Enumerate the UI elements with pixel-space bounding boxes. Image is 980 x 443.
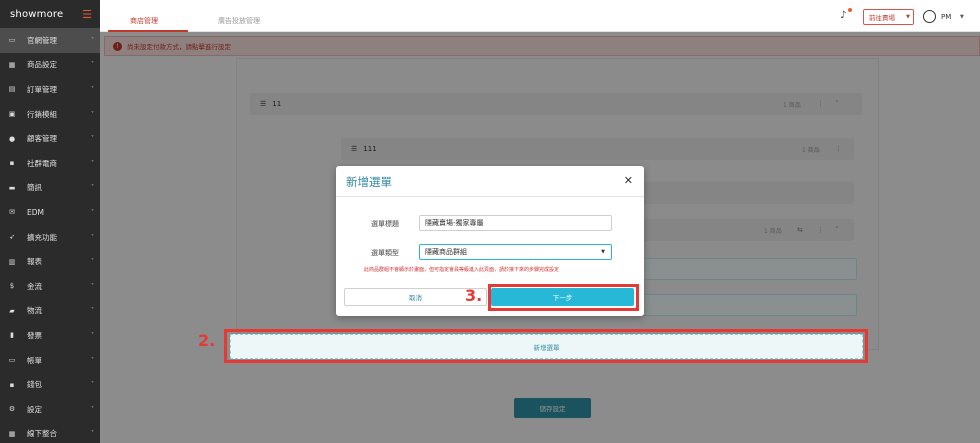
sidebar-item[interactable]: ▤ 訂單管理 ˅ <box>0 77 100 102</box>
document-icon: ▤ <box>8 85 16 94</box>
chevron-down-icon: ˅ <box>91 307 94 315</box>
sidebar-item[interactable]: ▭ 帳單 ˅ <box>0 348 100 373</box>
sidebar-item-label: 官網管理 <box>27 35 57 45</box>
sidebar-item[interactable]: ▰ 物流 ˅ <box>0 299 100 324</box>
step-number: 3. <box>465 286 483 305</box>
sidebar-item[interactable]: ● 顧客管理 ˅ <box>0 126 100 151</box>
sidebar-item-label: 顧客管理 <box>27 134 57 144</box>
brand-name: showmore <box>10 8 64 20</box>
sidebar-item-label: 線下整合 <box>27 429 57 439</box>
top-bar: 商店管理 廣告投放管理 ♪ 前往賣場 ▼ PM ▼ <box>100 0 980 32</box>
user-avatar-icon[interactable] <box>923 10 936 23</box>
sidebar-item[interactable]: ▭ 官網管理 ˅ <box>0 28 100 53</box>
sidebar-item-label: 社群電商 <box>27 158 57 168</box>
highlight-box <box>488 284 639 311</box>
add-menu-button-highlighted[interactable]: 新增選單 <box>230 334 863 359</box>
truck-icon: ▰ <box>9 306 15 315</box>
go-to-store-button[interactable]: 前往賣場 ▼ <box>863 9 914 25</box>
bell-icon[interactable]: ♪ <box>840 10 846 21</box>
chevron-down-icon[interactable]: ▼ <box>960 14 964 20</box>
hidden-group-warning: 此商品群組不會顯示於畫面，但可指定會員等級進入此頁面，請於接下來的步驟完成設定 <box>364 267 560 273</box>
chevron-down-icon: ˅ <box>91 405 94 413</box>
sidebar-item[interactable]: ▪ 錢包 ˅ <box>0 372 100 397</box>
sidebar-item-label: 帳單 <box>27 355 42 365</box>
modal-title: 新增選單 <box>346 175 392 189</box>
sidebar-item[interactable]: ✉ EDM ˅ <box>0 200 100 225</box>
gear-icon: ⚙ <box>8 405 16 414</box>
chevron-down-icon: ˅ <box>91 61 94 69</box>
user-icon: ● <box>8 134 16 143</box>
chevron-down-icon: ˅ <box>91 110 94 118</box>
card-icon: ▭ <box>8 356 16 365</box>
sidebar-item-label: 發票 <box>27 330 42 340</box>
sidebar-item[interactable]: ▪ 社群電商 ˅ <box>0 151 100 176</box>
chart-icon: ▥ <box>8 257 16 266</box>
chevron-down-icon: ˅ <box>91 356 94 364</box>
sidebar-item[interactable]: ▦ 線下整合 ˅ <box>0 422 100 443</box>
sidebar-item-label: 錢包 <box>27 380 42 390</box>
sidebar-item-label: 訂單管理 <box>27 84 57 94</box>
sidebar-item-label: 行銷模組 <box>27 109 57 119</box>
mail-icon: ✉ <box>9 208 15 217</box>
menu-type-value: 隱藏商品群組 <box>425 248 467 256</box>
sidebar-item-label: 物流 <box>27 306 42 316</box>
chevron-down-icon: ˅ <box>91 36 94 44</box>
menu-title-value: 隱藏賣場-獨家專屬 <box>425 219 484 227</box>
gift-icon: ▣ <box>8 110 16 119</box>
sidebar-item[interactable]: ⚙ 設定 ˅ <box>0 397 100 422</box>
sidebar-item-label: EDM <box>27 207 44 217</box>
sidebar-item-label: 報表 <box>27 257 42 267</box>
menu-title-label: 選單標題 <box>371 220 399 228</box>
tab-ad-management[interactable]: 廣告投放管理 <box>218 16 260 26</box>
chevron-down-icon: ▼ <box>906 14 910 20</box>
tab-store-management[interactable]: 商店管理 <box>130 16 158 26</box>
integration-icon: ▦ <box>8 429 16 438</box>
notification-dot <box>848 8 852 12</box>
rocket-icon: ➶ <box>9 233 15 242</box>
chevron-down-icon: ˅ <box>91 184 94 192</box>
chevron-down-icon: ˅ <box>91 282 94 290</box>
laptop-icon: ▭ <box>8 36 16 45</box>
sidebar-item-label: 簡訊 <box>27 183 42 193</box>
chevron-down-icon: ▼ <box>601 249 605 255</box>
chevron-down-icon: ˅ <box>91 233 94 241</box>
sidebar-item-label: 金流 <box>27 281 42 291</box>
sidebar-item[interactable]: ▣ 行銷模組 ˅ <box>0 102 100 127</box>
sidebar-item-label: 商品設定 <box>27 60 57 70</box>
chevron-down-icon: ˅ <box>91 159 94 167</box>
step-number: 2. <box>198 331 216 350</box>
briefcase-icon: ▪ <box>9 159 15 168</box>
chevron-down-icon: ˅ <box>91 208 94 216</box>
brand-logo[interactable]: showmore ☰ <box>0 0 100 28</box>
hamburger-icon[interactable]: ☰ <box>82 8 92 21</box>
sidebar-item[interactable]: ▥ 報表 ˅ <box>0 249 100 274</box>
store-icon: ▦ <box>8 60 16 69</box>
menu-type-label: 選單類型 <box>371 249 399 257</box>
chevron-down-icon: ˅ <box>91 430 94 438</box>
chevron-down-icon: ˅ <box>91 258 94 266</box>
chevron-down-icon: ˅ <box>91 381 94 389</box>
chat-icon: ▬ <box>8 183 16 192</box>
chevron-down-icon: ˅ <box>91 135 94 143</box>
user-name[interactable]: PM <box>941 13 951 21</box>
invoice-icon: ▮ <box>10 331 14 340</box>
sidebar-item-label: 設定 <box>27 404 42 414</box>
chevron-down-icon: ˅ <box>91 331 94 339</box>
sidebar-item[interactable]: ▬ 簡訊 ˅ <box>0 176 100 201</box>
wallet-icon: ▪ <box>9 380 15 389</box>
sidebar-item[interactable]: ▮ 發票 ˅ <box>0 323 100 348</box>
sidebar-item-label: 擴充功能 <box>27 232 57 242</box>
close-icon[interactable]: ✕ <box>624 174 633 187</box>
money-icon: $ <box>9 282 15 291</box>
sidebar-item[interactable]: ➶ 擴充功能 ˅ <box>0 225 100 250</box>
sidebar-item[interactable]: ▦ 商品設定 ˅ <box>0 53 100 78</box>
sidebar: showmore ☰ ▭ 官網管理 ˅ ▦ 商品設定 ˅ ▤ 訂單管理 ˅ ▣ 行銷模組 ˅ ● 顧客管理… <box>0 0 100 443</box>
go-to-store-label: 前往賣場 <box>869 14 895 22</box>
menu-title-input[interactable]: 隱藏賣場-獨家專屬 <box>419 215 612 231</box>
modal-divider <box>336 196 644 197</box>
menu-type-select[interactable]: 隱藏商品群組 ▼ <box>419 244 612 260</box>
sidebar-item[interactable]: $ 金流 ˅ <box>0 274 100 299</box>
chevron-down-icon: ˅ <box>91 85 94 93</box>
